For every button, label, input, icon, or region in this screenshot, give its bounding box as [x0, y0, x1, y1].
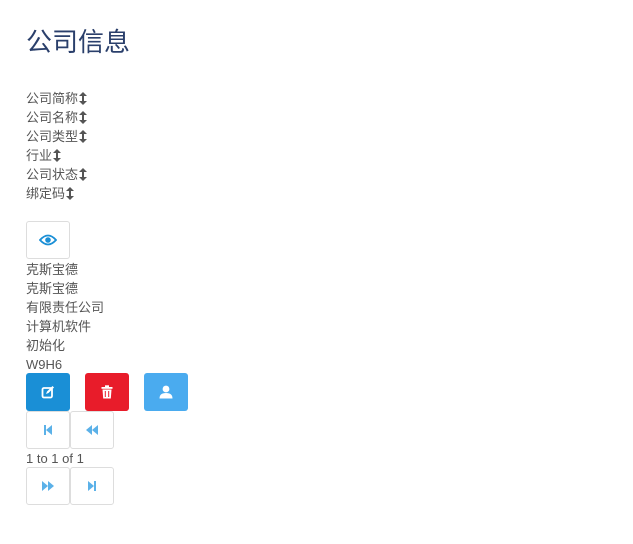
sort-icon[interactable]	[79, 111, 88, 124]
user-icon	[159, 385, 173, 399]
cell-full-name: 克斯宝德	[26, 281, 79, 296]
column-header-label: 绑定码	[26, 186, 66, 201]
column-header-industry[interactable]: 行业	[26, 146, 87, 165]
previous-page-icon	[86, 425, 98, 435]
last-page-button[interactable]	[70, 467, 114, 505]
column-header-label: 公司名称	[26, 110, 79, 125]
column-header-label: 公司类型	[26, 129, 79, 144]
pagination-info: 1 to 1 of 1	[26, 451, 84, 466]
cell-short-name: 克斯宝德	[26, 262, 79, 277]
column-header-label: 公司简称	[26, 91, 79, 106]
trash-icon	[101, 385, 113, 399]
cell-bind-code: W9H6	[26, 357, 63, 372]
view-button[interactable]	[26, 221, 70, 259]
table-header: 公司简称 公司名称 公司类型 行业 公司状态 绑定码	[26, 89, 88, 203]
last-page-icon	[88, 481, 96, 491]
next-page-icon	[42, 481, 54, 491]
cell-company-type: 有限责任公司	[26, 300, 105, 315]
column-header-bind-code[interactable]: 绑定码	[26, 184, 87, 203]
column-header-company-type[interactable]: 公司类型	[26, 127, 88, 146]
column-header-short-name[interactable]: 公司简称	[26, 89, 88, 108]
first-page-icon	[44, 425, 52, 435]
sort-icon[interactable]	[53, 149, 62, 162]
column-header-label: 行业	[26, 148, 53, 163]
user-button[interactable]	[144, 373, 188, 411]
cell-status: 初始化	[26, 338, 66, 353]
previous-page-button[interactable]	[70, 411, 114, 449]
page-title: 公司信息	[26, 27, 131, 57]
sort-icon[interactable]	[79, 92, 88, 105]
column-header-full-name[interactable]: 公司名称	[26, 108, 88, 127]
sort-icon[interactable]	[79, 130, 88, 143]
column-header-status[interactable]: 公司状态	[26, 165, 88, 184]
edit-icon	[41, 386, 54, 399]
company-info-page: 公司信息 公司简称 公司名称 公司类型 行业 公司状态 绑定码 克斯宝德 克斯宝…	[0, 0, 633, 544]
column-header-label: 公司状态	[26, 167, 79, 182]
sort-icon[interactable]	[79, 168, 88, 181]
eye-icon	[39, 234, 57, 246]
first-page-button[interactable]	[26, 411, 70, 449]
edit-button[interactable]	[26, 373, 70, 411]
next-page-button[interactable]	[26, 467, 70, 505]
delete-button[interactable]	[85, 373, 129, 411]
cell-industry: 计算机软件	[26, 319, 92, 334]
sort-icon[interactable]	[66, 187, 75, 200]
table-row: 克斯宝德 克斯宝德 有限责任公司 计算机软件 初始化 W9H6	[26, 260, 104, 374]
